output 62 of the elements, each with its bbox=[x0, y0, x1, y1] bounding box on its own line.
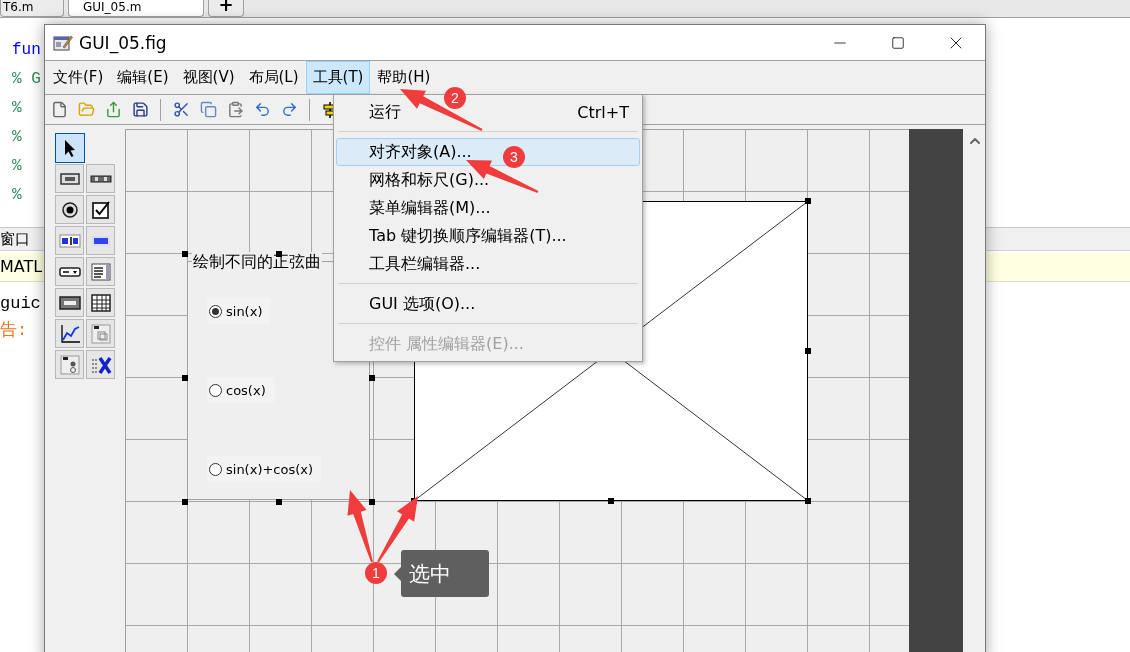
menu-item[interactable]: 帮助(H) bbox=[370, 61, 438, 94]
selection-handle[interactable] bbox=[182, 375, 188, 381]
menu-item[interactable]: 工具(T) bbox=[305, 61, 371, 94]
number-badge: 3 bbox=[503, 146, 525, 168]
code-line: % bbox=[12, 156, 22, 177]
radio-button[interactable]: sin(x)+cos(x) bbox=[207, 456, 322, 482]
palette-tool[interactable] bbox=[86, 288, 115, 317]
arrow bbox=[377, 496, 418, 563]
palette-tool[interactable] bbox=[86, 257, 115, 286]
palette-tool[interactable] bbox=[55, 164, 84, 193]
callout-label: 选中 bbox=[401, 550, 489, 597]
selection-handle[interactable] bbox=[805, 198, 811, 204]
axes-icon bbox=[58, 322, 81, 345]
palette-tool[interactable] bbox=[55, 257, 84, 286]
selection-handle[interactable] bbox=[369, 499, 375, 505]
file-tab[interactable]: GUI_05.m bbox=[68, 0, 204, 17]
selection-handle[interactable] bbox=[275, 499, 282, 505]
listbox-icon bbox=[89, 260, 112, 283]
menu-item[interactable]: 视图(V) bbox=[175, 61, 242, 94]
selection-handle[interactable] bbox=[182, 499, 188, 505]
selection-handle[interactable] bbox=[182, 251, 188, 257]
palette-tool[interactable] bbox=[55, 133, 85, 163]
new-tab-button[interactable]: + bbox=[208, 0, 244, 17]
file-tab[interactable]: T6.m bbox=[0, 0, 64, 17]
palette-tool[interactable] bbox=[55, 195, 84, 224]
palette-tool[interactable] bbox=[55, 226, 84, 255]
code-line: % bbox=[12, 127, 22, 148]
panel-title: 窗口 bbox=[0, 230, 30, 248]
menu-item[interactable]: 网格和标尺(G)... bbox=[336, 166, 640, 194]
selection-handle[interactable] bbox=[608, 498, 614, 504]
menu-item[interactable]: Tab 键切换顺序编辑器(T)... bbox=[336, 222, 640, 250]
menu-item[interactable]: 工具栏编辑器... bbox=[336, 250, 640, 278]
palette-tool[interactable] bbox=[55, 319, 84, 348]
menu-item[interactable]: 文件(F) bbox=[46, 61, 111, 94]
selection-handle[interactable] bbox=[805, 498, 811, 504]
palette-tool[interactable] bbox=[55, 350, 84, 379]
selection-handle[interactable] bbox=[805, 348, 811, 354]
panel-icon bbox=[89, 322, 112, 345]
menu-item[interactable]: 菜单编辑器(M)... bbox=[336, 194, 640, 222]
menu-item[interactable]: 布局(L) bbox=[241, 61, 306, 94]
number-badge: 2 bbox=[444, 87, 466, 109]
radio-button[interactable]: sin(x) bbox=[207, 298, 271, 324]
radio-button[interactable]: cos(x) bbox=[207, 377, 274, 403]
banner-text: MATL bbox=[0, 257, 43, 276]
button-group-icon bbox=[58, 353, 81, 376]
console-line: 告: bbox=[0, 320, 28, 342]
menu-item[interactable]: GUI 选项(O)... bbox=[336, 290, 640, 318]
table-icon bbox=[89, 291, 112, 314]
palette-tool[interactable] bbox=[86, 350, 115, 379]
console-line: guic bbox=[0, 293, 41, 315]
maximize-icon[interactable] bbox=[891, 35, 905, 50]
code-line: % G bbox=[12, 69, 41, 90]
menu-item[interactable]: 编辑(E) bbox=[110, 61, 176, 94]
palette-tool[interactable] bbox=[86, 164, 115, 193]
window-title: GUI_05.fig bbox=[79, 32, 167, 53]
code-line: % bbox=[12, 98, 22, 119]
code-line: % bbox=[12, 185, 22, 206]
palette-tool[interactable] bbox=[55, 288, 84, 317]
code-line: fun bbox=[12, 40, 41, 61]
palette-tool[interactable] bbox=[86, 195, 115, 224]
selection-handle[interactable] bbox=[369, 375, 375, 381]
number-badge: 1 bbox=[365, 562, 387, 584]
